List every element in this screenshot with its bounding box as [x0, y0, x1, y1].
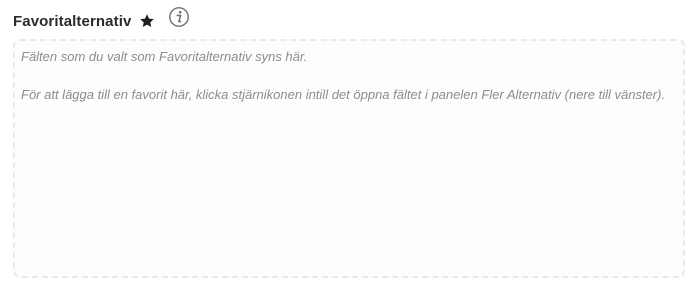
empty-hint-instructions: För att lägga till en favorit här, klick… [21, 87, 666, 102]
empty-hint-text: Fälten som du valt som Favoritalternativ… [21, 49, 308, 64]
section-title: Favoritalternativ [13, 12, 132, 30]
info-icon[interactable] [168, 6, 190, 28]
section-header: Favoritalternativ [13, 8, 155, 34]
favorites-panel: Fälten som du valt som Favoritalternativ… [13, 39, 685, 278]
star-icon[interactable] [139, 13, 155, 29]
